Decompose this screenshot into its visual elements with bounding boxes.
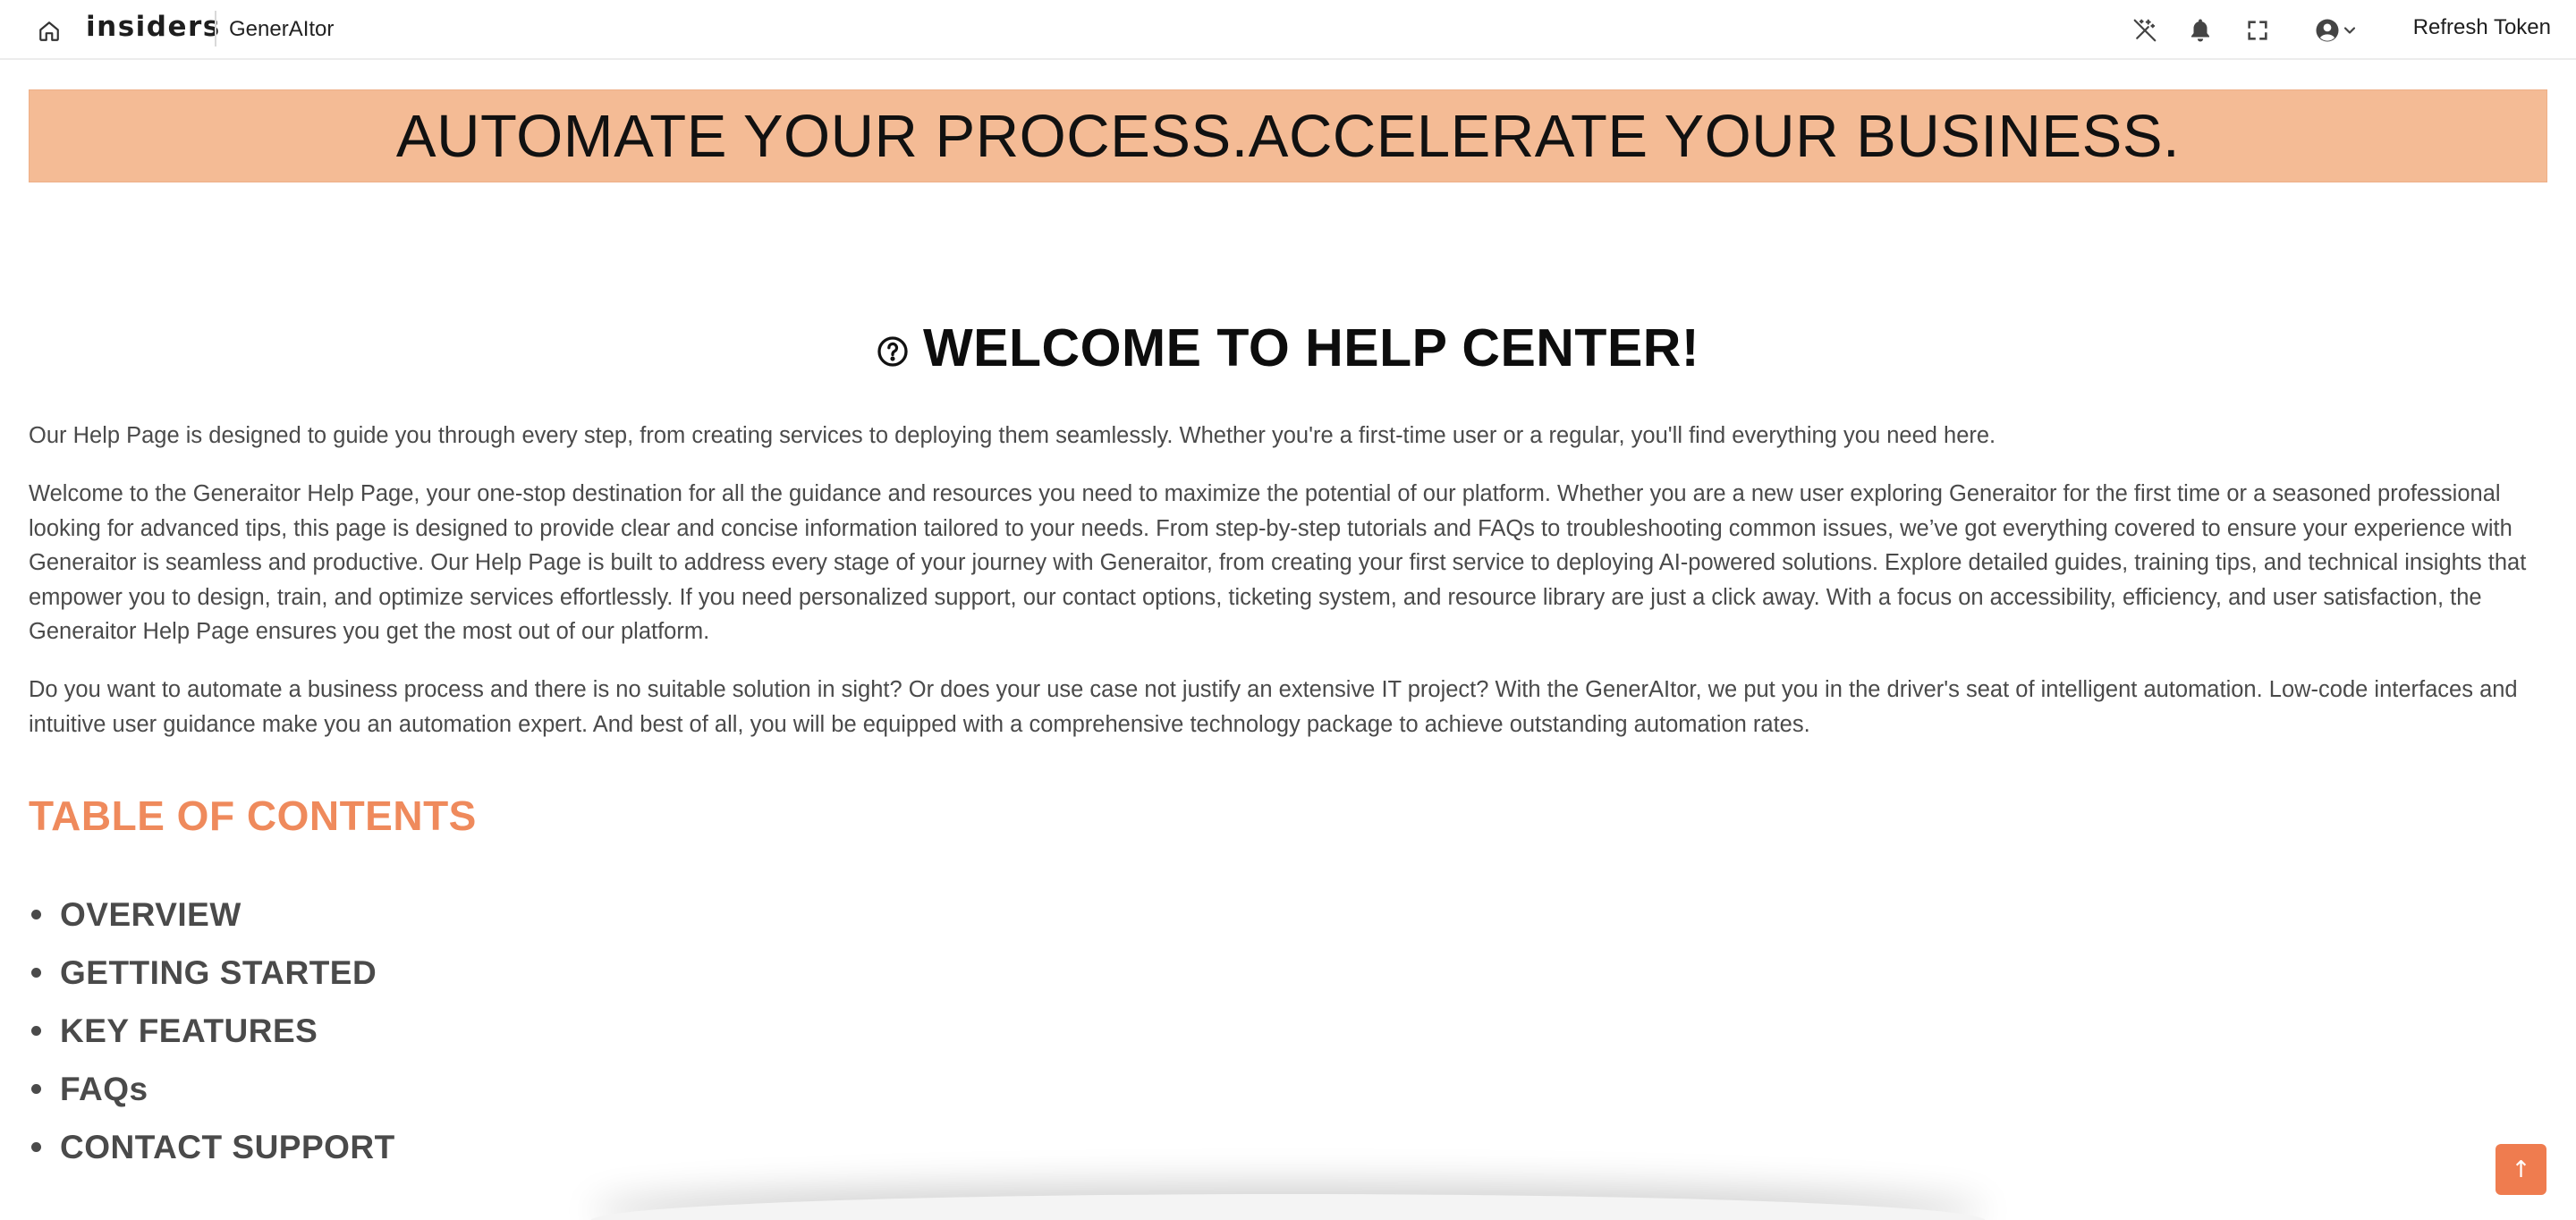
banner-text: AUTOMATE YOUR PROCESS.ACCELERATE YOUR BU… <box>395 102 2181 170</box>
toc-item-label: KEY FEATURES <box>60 1012 318 1049</box>
user-menu[interactable] <box>2308 14 2365 47</box>
toc-item-getting-started[interactable]: GETTING STARTED <box>29 944 395 1002</box>
toc-list: OVERVIEW GETTING STARTED KEY FEATURES FA… <box>29 885 395 1176</box>
bottom-panel-edge <box>590 1194 1986 1220</box>
scroll-to-top-button[interactable]: ↑ <box>2496 1144 2546 1195</box>
toc-item-key-features[interactable]: KEY FEATURES <box>29 1002 395 1060</box>
top-navbar: insiders GenerAItor Refresh Token <box>0 0 2576 60</box>
welcome-paragraph: Welcome to the Generaitor Help Page, you… <box>29 481 2527 644</box>
user-circle-icon <box>2316 19 2339 42</box>
toc-item-label: GETTING STARTED <box>60 953 377 991</box>
bell-icon[interactable] <box>2184 14 2216 47</box>
bullet-icon <box>31 968 41 978</box>
arrow-up-icon: ↑ <box>2511 1156 2531 1183</box>
toc-title: TABLE OF CONTENTS <box>29 792 477 839</box>
toc-item-label: CONTACT SUPPORT <box>60 1128 395 1165</box>
toc-item-contact-support[interactable]: CONTACT SUPPORT <box>29 1118 395 1176</box>
bullet-icon <box>31 1026 41 1036</box>
chevron-down-icon <box>2343 27 2356 34</box>
hero-banner: AUTOMATE YOUR PROCESS.ACCELERATE YOUR BU… <box>29 89 2547 182</box>
home-icon[interactable] <box>34 16 64 47</box>
bullet-icon <box>31 910 41 919</box>
welcome-title: WELCOME TO HELP CENTER! <box>922 318 1700 377</box>
page-title: WELCOME TO HELP CENTER! <box>0 318 2576 378</box>
magic-wand-off-icon[interactable] <box>2129 14 2161 47</box>
intro-paragraph: Our Help Page is designed to guide you t… <box>29 423 1996 448</box>
bullet-icon <box>31 1142 41 1152</box>
app-name: GenerAItor <box>229 17 335 41</box>
toc-item-label: OVERVIEW <box>60 895 242 933</box>
toc-item-label: FAQs <box>60 1070 148 1107</box>
brand-divider <box>215 11 216 47</box>
bullet-icon <box>31 1084 41 1094</box>
question-circle-icon <box>877 336 908 367</box>
help-page: insiders GenerAItor Refresh Token AUTOMA… <box>0 0 2576 1220</box>
refresh-token-button[interactable]: Refresh Token <box>2413 15 2551 40</box>
brand-logo: insiders <box>86 11 221 43</box>
toc-item-faqs[interactable]: FAQs <box>29 1060 395 1118</box>
toc-item-overview[interactable]: OVERVIEW <box>29 885 395 944</box>
fullscreen-icon[interactable] <box>2241 14 2274 47</box>
automation-paragraph: Do you want to automate a business proce… <box>29 677 2518 737</box>
